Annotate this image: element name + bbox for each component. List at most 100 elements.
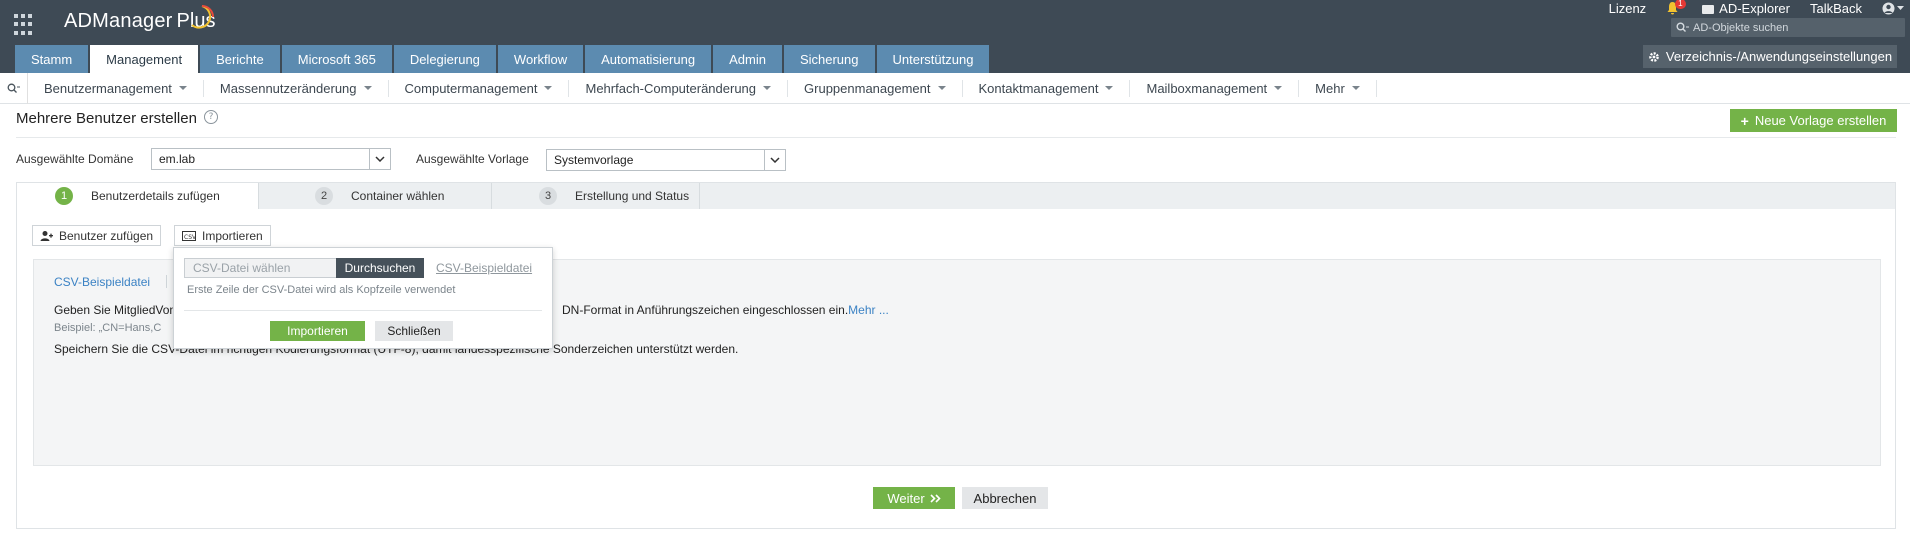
search-icon[interactable] xyxy=(1671,18,1693,37)
close-button[interactable]: Schließen xyxy=(375,321,453,341)
header-row-hint: Erste Zeile der CSV-Datei wird als Kopfz… xyxy=(187,284,456,296)
csv-sample-link[interactable]: CSV-Beispieldatei xyxy=(54,275,150,289)
chevron-down-icon xyxy=(1105,86,1114,90)
new-template-label: Neue Vorlage erstellen xyxy=(1754,113,1887,128)
memberof-info: Geben Sie MitgliedVon xyxy=(54,303,176,317)
license-link[interactable]: Lizenz xyxy=(1599,1,1657,16)
subnav-label: Mehr xyxy=(1315,80,1345,96)
import-toggle-button[interactable]: CSV Importieren xyxy=(174,225,271,246)
subnav-kontaktmanagement[interactable]: Kontaktmanagement xyxy=(963,79,1131,97)
bell-icon[interactable]: 1 xyxy=(1666,0,1686,15)
import-button[interactable]: Importieren xyxy=(270,321,365,341)
domain-value: em.lab xyxy=(159,152,196,166)
more-link[interactable]: Mehr ... xyxy=(848,303,889,317)
tab-stamm[interactable]: Stamm xyxy=(15,45,89,73)
wizard-step-3[interactable]: 3 Erstellung und Status xyxy=(492,183,700,209)
subnav-massennutzeraenderung[interactable]: Massennutzeränderung xyxy=(204,79,389,97)
subnav-computermanagement[interactable]: Computermanagement xyxy=(389,79,570,97)
subnav-benutzermanagement[interactable]: Benutzermanagement xyxy=(28,79,204,97)
svg-text:CSV: CSV xyxy=(184,234,196,241)
help-icon[interactable]: ? xyxy=(204,110,218,124)
directory-settings-label: Verzeichnis-/Anwendungseinstellungen xyxy=(1665,49,1893,64)
subnav-label: Kontaktmanagement xyxy=(978,80,1099,96)
tab-microsoft-365[interactable]: Microsoft 365 xyxy=(281,45,392,73)
memberof-info-start: Geben Sie MitgliedVon xyxy=(54,303,177,317)
chevron-down-icon xyxy=(1351,86,1360,90)
subnav-mehr[interactable]: Mehr xyxy=(1299,79,1377,97)
ad-explorer-label: AD-Explorer xyxy=(1719,0,1790,16)
csv-file-input[interactable]: CSV-Datei wählen xyxy=(184,258,336,278)
template-label: Ausgewählte Vorlage xyxy=(416,152,529,166)
import-popup: CSV-Datei wählen Durchsuchen CSV-Beispie… xyxy=(173,247,553,349)
double-chevron-right-icon xyxy=(930,493,941,503)
wizard-steps: 1 Benutzerdetails zufügen 2 Container wä… xyxy=(17,183,1895,209)
subnav-label: Benutzermanagement xyxy=(44,80,172,96)
memberof-info-text: DN-Format in Anführungszeichen eingeschl… xyxy=(562,303,849,317)
subnav-mailboxmanagement[interactable]: Mailboxmanagement xyxy=(1130,79,1300,97)
top-links: Lizenz 1 AD-Explorer TalkBack xyxy=(1599,0,1910,16)
popup-csv-sample-link[interactable]: CSV-Beispieldatei xyxy=(436,261,532,275)
add-users-label: Benutzer zufügen xyxy=(59,228,154,243)
subnav-label: Gruppenmanagement xyxy=(804,80,931,96)
menu-search-icon[interactable] xyxy=(0,72,28,104)
chevron-down-icon xyxy=(544,86,553,90)
memberof-info-end: DN-Format in Anführungszeichen eingeschl… xyxy=(562,303,889,317)
tab-delegierung[interactable]: Delegierung xyxy=(393,45,496,73)
browse-button[interactable]: Durchsuchen xyxy=(336,258,424,278)
tab-admin[interactable]: Admin xyxy=(713,45,782,73)
next-label: Weiter xyxy=(887,490,925,506)
step-label: Benutzerdetails zufügen xyxy=(91,189,220,203)
tab-sicherung[interactable]: Sicherung xyxy=(783,45,875,73)
chevron-down-icon xyxy=(178,86,187,90)
step-label: Container wählen xyxy=(351,189,445,203)
ad-explorer-link[interactable]: AD-Explorer xyxy=(1692,1,1800,16)
subnav-label: Massennutzeränderung xyxy=(219,80,357,96)
page-title: Mehrere Benutzer erstellen xyxy=(16,110,197,127)
domain-select[interactable]: em.lab xyxy=(151,148,391,170)
chevron-down-icon xyxy=(764,150,785,170)
notification-badge: 1 xyxy=(1675,0,1686,9)
wizard-step-1[interactable]: 1 Benutzerdetails zufügen xyxy=(17,183,259,209)
wizard-panel: 1 Benutzerdetails zufügen 2 Container wä… xyxy=(16,182,1896,529)
subnav-label: Mehrfach-Computeränderung xyxy=(585,80,757,96)
cancel-button[interactable]: Abbrechen xyxy=(962,487,1048,509)
tab-berichte[interactable]: Berichte xyxy=(200,45,280,73)
example-text: Beispiel: „CN=Hans,C xyxy=(54,322,162,334)
app-header: ADManager Plus Lizenz 1 AD-Explorer Talk… xyxy=(0,0,1910,73)
sub-navigation: Benutzermanagement Massennutzeränderung … xyxy=(0,72,1910,104)
chevron-down-icon xyxy=(363,86,372,90)
chevron-down-icon xyxy=(937,86,946,90)
tab-automatisierung[interactable]: Automatisierung xyxy=(585,45,712,73)
step-number: 1 xyxy=(55,187,73,205)
add-user-icon xyxy=(40,230,53,241)
new-template-button[interactable]: + Neue Vorlage erstellen xyxy=(1730,109,1897,132)
subnav-label: Computermanagement xyxy=(404,80,538,96)
logo-arc-icon xyxy=(191,5,214,29)
talkback-link[interactable]: TalkBack xyxy=(1800,1,1872,16)
template-value: Systemvorlage xyxy=(554,153,634,167)
tab-workflow[interactable]: Workflow xyxy=(497,45,584,73)
subnav-mehrfach-computeraenderung[interactable]: Mehrfach-Computeränderung xyxy=(569,79,789,97)
ad-object-search xyxy=(1671,18,1905,37)
domain-label: Ausgewählte Domäne xyxy=(16,152,134,166)
wizard-step-2[interactable]: 2 Container wählen xyxy=(259,183,492,209)
apps-grid-icon[interactable] xyxy=(14,14,36,36)
chevron-down-icon xyxy=(763,86,772,90)
tab-unterstuetzung[interactable]: Unterstützung xyxy=(876,45,990,73)
step-number: 2 xyxy=(315,187,333,205)
step-label: Erstellung und Status xyxy=(575,189,690,203)
next-button[interactable]: Weiter xyxy=(873,487,955,509)
tab-management[interactable]: Management xyxy=(90,45,199,73)
chevron-down-icon xyxy=(1274,86,1283,90)
add-users-button[interactable]: Benutzer zufügen xyxy=(32,225,162,246)
search-input[interactable] xyxy=(1693,21,1893,34)
subnav-gruppenmanagement[interactable]: Gruppenmanagement xyxy=(788,79,963,97)
template-select[interactable]: Systemvorlage xyxy=(546,149,786,171)
user-menu-icon[interactable] xyxy=(1872,2,1910,15)
directory-settings-button[interactable]: Verzeichnis-/Anwendungseinstellungen xyxy=(1643,45,1897,68)
gear-icon xyxy=(1649,51,1659,62)
subnav-label: Mailboxmanagement xyxy=(1146,80,1268,96)
main-tabs: Stamm Management Berichte Microsoft 365 … xyxy=(15,45,991,73)
plus-icon: + xyxy=(1740,112,1749,129)
chevron-down-icon xyxy=(369,149,390,169)
